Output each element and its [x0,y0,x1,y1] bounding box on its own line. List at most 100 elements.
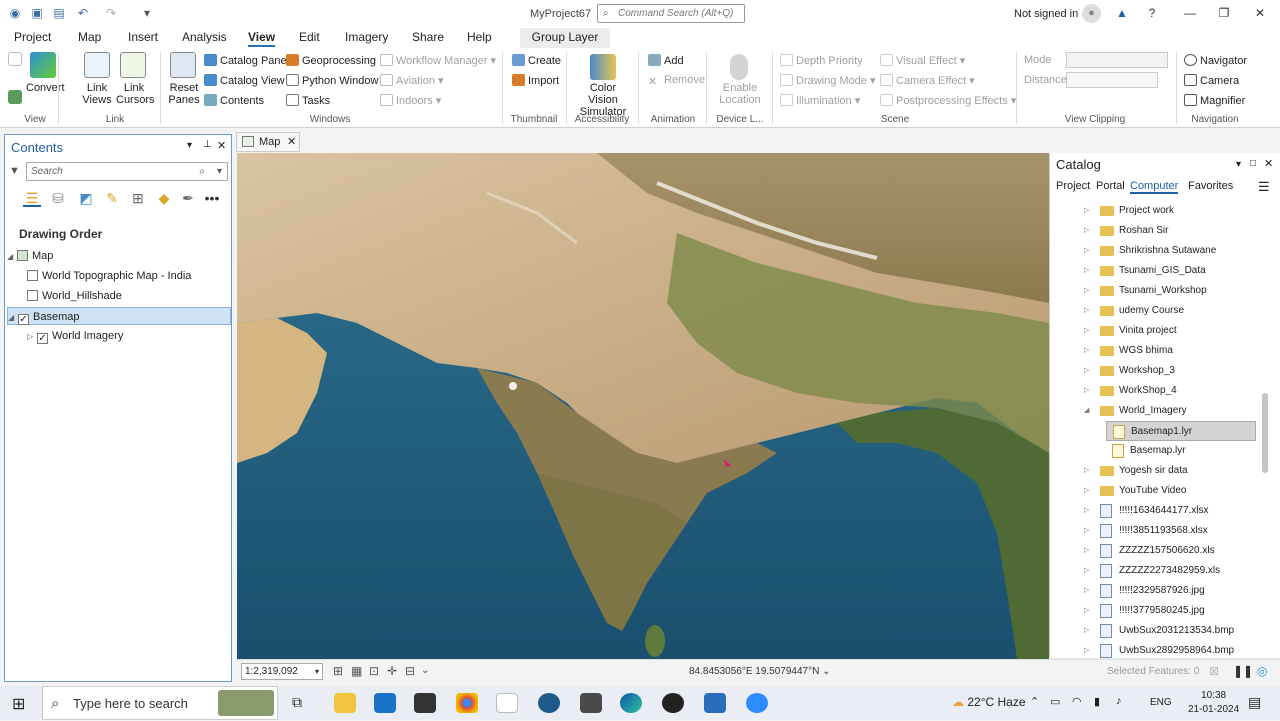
grid-icon[interactable]: ▦ [351,664,362,678]
clear-selection-icon[interactable]: ⊠ [1209,664,1219,678]
tab-group-layer[interactable]: Group Layer [520,28,610,48]
list-by-snapping-icon[interactable]: ⊞ [129,189,147,207]
snapping-icon[interactable]: ✛ [387,664,397,678]
language-indicator[interactable]: ENG [1150,697,1172,708]
list-by-drawing-order-icon[interactable]: ☰ [23,189,41,207]
checkbox[interactable] [27,290,38,301]
catalog-item[interactable]: ▷ !!!!!1634644177.xlsx [1084,501,1280,521]
contents-search-input[interactable]: Search ⌕ ▾ [26,162,228,181]
user-avatar-icon[interactable]: ● [1082,4,1101,23]
filter-icon[interactable]: ▼ [9,165,20,177]
layer-item[interactable]: World Topographic Map - India [17,267,229,285]
aviation-button[interactable]: Aviation ▾ [380,74,444,87]
import-thumbnail-button[interactable]: Import [512,74,559,87]
command-search[interactable]: ⌕ Command Search (Alt+Q) [597,4,745,23]
layer-item[interactable]: ▷ ✓ World Imagery [27,327,239,345]
depth-priority-button[interactable]: Depth Priority [780,54,863,67]
snap-app-icon[interactable] [414,693,436,713]
tab-edit[interactable]: Edit [299,30,320,44]
expand-icon[interactable]: ▷ [1084,481,1089,501]
tab-view[interactable]: View [248,30,276,47]
weather-widget[interactable]: ☁ 22°C Haze [952,695,1026,709]
mail-icon[interactable] [374,693,396,713]
checkbox[interactable] [27,270,38,281]
customize-toolbar-icon[interactable]: ▾ [140,6,154,20]
close-pane-icon[interactable]: ✕ [217,139,226,152]
search-highlight-icon[interactable] [218,690,274,716]
tab-help[interactable]: Help [467,30,492,44]
tasks-button[interactable]: Tasks [286,94,330,107]
checkbox[interactable]: ✓ [18,314,29,325]
color-vision-button[interactable]: Color Vision Simulator [574,82,632,118]
expand-icon[interactable]: ▷ [1084,461,1089,481]
camera-effect-button[interactable]: Camera Effect ▾ [880,74,975,87]
clock[interactable]: 10:38 21-01-2024 [1188,689,1239,717]
expand-icon[interactable]: ▷ [1084,381,1089,401]
signin-status[interactable]: Not signed in [1014,8,1078,20]
expand-icon[interactable]: ▷ [1084,321,1089,341]
collapse-icon[interactable]: ◢ [7,248,17,266]
notifications-icon[interactable]: ▲ [1112,4,1132,22]
pane-menu-icon[interactable]: ▾ [1236,159,1241,170]
catalog-item[interactable]: ▷ Shrikrishna Sutawane [1084,241,1280,261]
map-view-tab[interactable]: Map ✕ [236,132,300,152]
indoors-button[interactable]: Indoors ▾ [380,94,441,107]
new-project-icon[interactable]: ▣ [30,6,44,20]
catalog-item[interactable]: ▷ ZZZZZ157506620.xls [1084,541,1280,561]
link-cursors-button[interactable]: Link Cursors [116,82,155,106]
wifi-icon[interactable]: ◠ [1072,695,1082,708]
expand-icon[interactable]: ▷ [1084,581,1089,601]
refresh-icon[interactable]: ⊟ [405,664,415,678]
remove-animation-button[interactable]: ✕ Remove [648,74,705,88]
link-views-icon[interactable] [84,52,110,78]
expand-icon[interactable]: ▷ [1084,561,1089,581]
tab-share[interactable]: Share [412,30,444,44]
task-view-icon[interactable]: ⧉ [292,694,302,711]
expand-icon[interactable]: ▷ [27,328,37,346]
catalog-item[interactable]: ▷ !!!!!2329587926.jpg [1084,581,1280,601]
expand-icon[interactable]: ▷ [1084,621,1089,641]
extent-icon[interactable]: ⊡ [369,664,379,678]
map-canvas[interactable] [237,153,1049,659]
expand-icon[interactable]: ▷ [1084,341,1089,361]
enable-location-button[interactable]: Enable Location [714,82,766,106]
add-animation-button[interactable]: Add [648,54,684,67]
drawing-mode-button[interactable]: Drawing Mode ▾ [780,74,876,87]
list-by-selection-icon[interactable]: ◩ [77,189,95,207]
tab-project[interactable]: Project [14,30,51,44]
catalog-item[interactable]: ▷ WGS bhima [1084,341,1280,361]
minimize-button[interactable]: — [1180,4,1200,22]
hamburger-menu-icon[interactable]: ☰ [1258,179,1270,195]
close-tab-icon[interactable]: ✕ [287,133,296,151]
expand-icon[interactable]: ▷ [1084,221,1089,241]
chrome-icon[interactable] [456,693,478,713]
expand-icon[interactable]: ▷ [1084,301,1089,321]
collapse-icon[interactable]: ◢ [1084,401,1089,421]
close-pane-icon[interactable]: ✕ [1264,157,1273,170]
catalog-item[interactable]: ▷ YouTube Video [1084,481,1280,501]
catalog-pane-button[interactable]: Catalog Pane [204,54,287,67]
expand-icon[interactable]: ▷ [1084,201,1089,221]
network-icon[interactable]: ▭ [1050,695,1060,708]
catalog-tab-portal[interactable]: Portal [1096,180,1125,192]
catalog-item[interactable]: ▷ WorkShop_4 [1084,381,1280,401]
more-options-icon[interactable]: ••• [203,189,221,207]
catalog-item[interactable]: ▷ ZZZZZ2273482959.xls [1084,561,1280,581]
catalog-item[interactable]: Basemap.lyr [1106,441,1280,461]
save-icon[interactable]: ▤ [52,6,66,20]
app-icon[interactable] [580,693,602,713]
windows-start-icon[interactable]: ⊞ [12,694,25,714]
arcgis-pro-icon[interactable] [704,693,726,713]
navigator-button[interactable]: Navigator [1184,54,1247,67]
catalog-item[interactable]: ▷ Yogesh sir data [1084,461,1280,481]
catalog-item[interactable]: ▷ !!!!!3779580245.jpg [1084,601,1280,621]
expand-icon[interactable]: ▷ [1084,281,1089,301]
location-icon[interactable] [730,54,748,80]
catalog-view-button[interactable]: Catalog View [204,74,285,87]
expand-icon[interactable]: ▷ [1084,521,1089,541]
catalog-item[interactable]: ◢ World_Imagery [1084,401,1280,421]
catalog-item[interactable]: ▷ Project work [1084,201,1280,221]
expand-icon[interactable]: ▷ [1084,261,1089,281]
illumination-button[interactable]: Illumination ▾ [780,94,860,107]
catalog-item[interactable]: ▷ Tsunami_GIS_Data [1084,261,1280,281]
